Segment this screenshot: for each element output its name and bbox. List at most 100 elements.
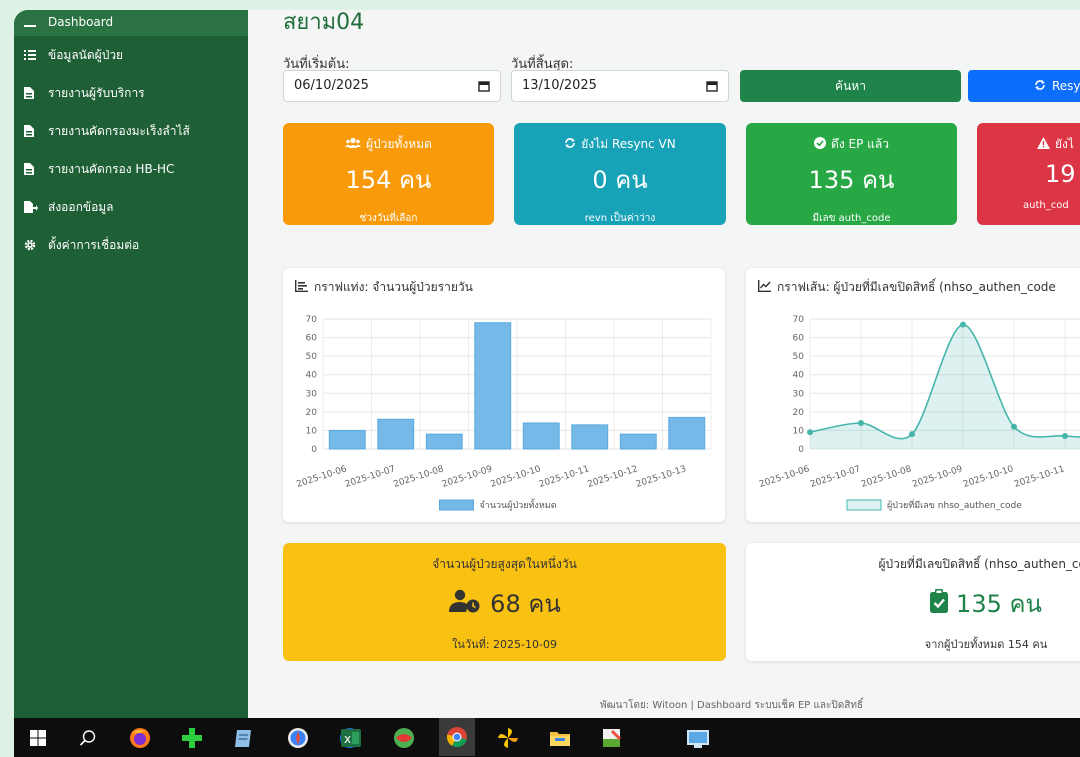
start-date-input[interactable]: 06/10/2025 bbox=[283, 70, 501, 102]
user-clock-icon bbox=[448, 589, 482, 619]
y-tick-label: 70 bbox=[306, 315, 318, 325]
dashboard-icon bbox=[24, 17, 48, 27]
stat-value: 0 คน bbox=[592, 166, 648, 194]
bar bbox=[522, 422, 560, 450]
line-chart: 0102030405060702025-10-062025-10-072025-… bbox=[758, 315, 1080, 511]
bar-chart-card: กราฟแท่ง: จำนวนผู้ป่วยรายวัน 0 10 20 30 40 50… bbox=[283, 268, 725, 522]
y-tick-label: 20 bbox=[306, 408, 318, 418]
y-tick-label: 60 bbox=[306, 334, 318, 344]
sync-icon bbox=[1034, 79, 1046, 94]
bar bbox=[328, 429, 366, 450]
line-chart-card: กราฟเส้น: ผู้ป่วยที่มีเลขปิดสิทธิ์ (nhso… bbox=[746, 268, 1080, 522]
sidebar-item-colon-screening[interactable]: รายงานคัดกรองมะเร็งลำไส้ bbox=[14, 112, 248, 150]
data-point bbox=[1062, 433, 1068, 439]
x-tick-label: 2025-10-09 bbox=[911, 464, 964, 490]
compass-icon[interactable] bbox=[286, 726, 310, 750]
file-explorer-icon[interactable] bbox=[548, 726, 572, 750]
footer-text: พัฒนาโดย: Witoon | Dashboard ระบบเช็ค EP… bbox=[600, 700, 864, 711]
sidebar-item-dashboard[interactable]: Dashboard bbox=[14, 10, 248, 36]
chrome-icon[interactable] bbox=[439, 718, 475, 756]
bar bbox=[474, 322, 512, 450]
plus-app-icon[interactable] bbox=[180, 726, 204, 750]
data-point bbox=[909, 431, 915, 438]
legend-label: จำนวนผู้ป่วยทั้งหมด bbox=[480, 498, 557, 511]
hosxp-app-icon[interactable] bbox=[392, 726, 416, 750]
windows-start-icon[interactable] bbox=[26, 726, 50, 750]
authen-card-title: ผู้ป่วยที่มีเลขปิดสิทธิ์ (nhso_authen_co… bbox=[878, 557, 1080, 571]
bar bbox=[425, 433, 463, 450]
data-point bbox=[1011, 423, 1017, 430]
y-tick-label: 60 bbox=[793, 334, 805, 344]
monitor-icon[interactable] bbox=[686, 726, 710, 750]
y-tick-label: 0 bbox=[798, 445, 804, 455]
file-icon bbox=[24, 163, 48, 175]
stat-not-resynced: ยังไม่ Resync VN 0 คน revn เป็นค่าว่าง bbox=[514, 123, 726, 225]
x-tick-label: 2025-10-11 bbox=[538, 464, 591, 490]
x-tick-label: 2025-10-09 bbox=[441, 464, 494, 490]
y-tick-label: 10 bbox=[306, 426, 318, 436]
y-tick-label: 70 bbox=[793, 315, 805, 325]
max-card-value: 68 คน bbox=[283, 584, 726, 623]
sidebar-item-hbhc-screening[interactable]: รายงานคัดกรอง HB-HC bbox=[14, 150, 248, 188]
calendar-icon[interactable] bbox=[478, 80, 490, 96]
page-title: สยาม04 bbox=[283, 10, 365, 35]
x-tick-label: 2025-10-10 bbox=[489, 464, 542, 490]
stat-subtitle: ช่วงวันที่เลือก bbox=[359, 213, 418, 224]
gear-icon bbox=[24, 239, 48, 251]
sidebar-item-service-report[interactable]: รายงานผู้รับบริการ bbox=[14, 74, 248, 112]
bar bbox=[619, 433, 657, 450]
firefox-icon[interactable] bbox=[128, 726, 152, 750]
stat-ep-fetched: ดึง EP แล้ว 135 คน มีเลข auth_code bbox=[746, 123, 957, 225]
x-tick-label: 2025-10-06 bbox=[295, 464, 348, 490]
notepad-icon[interactable] bbox=[232, 726, 256, 750]
stat-subtitle: มีเลข auth_code bbox=[812, 213, 891, 224]
x-tick-label: 2025-10-07 bbox=[809, 464, 862, 490]
bar bbox=[377, 418, 415, 450]
x-tick-label: 2025-10-13 bbox=[635, 464, 688, 490]
y-tick-label: 10 bbox=[793, 426, 805, 436]
search-button[interactable]: ค้นหา bbox=[740, 70, 961, 102]
data-point bbox=[960, 321, 966, 328]
check-circle-icon bbox=[814, 137, 827, 152]
users-icon bbox=[345, 137, 362, 152]
app-window: Dashboard ข้อมูลนัดผู้ป่วย รายงานผู้รับบ… bbox=[14, 10, 1080, 718]
y-tick-label: 40 bbox=[306, 371, 318, 381]
clipboard-check-icon bbox=[930, 588, 949, 619]
stat-value: 154 คน bbox=[345, 166, 432, 194]
data-point bbox=[858, 420, 864, 426]
export-icon bbox=[24, 201, 48, 213]
resync-button[interactable]: Resy bbox=[968, 70, 1080, 102]
max-card-title: จำนวนผู้ป่วยสูงสุดในหนึ่งวัน bbox=[432, 557, 577, 571]
stat-subtitle: revn เป็นค่าว่าง bbox=[584, 213, 656, 224]
authen-card-subtitle: จากผู้ป่วยทั้งหมด 154 คน bbox=[924, 638, 1048, 651]
sidebar-item-settings[interactable]: ตั้งค่าการเชื่อมต่อ bbox=[14, 226, 248, 264]
stat-total-patients: ผู้ป่วยทั้งหมด 154 คน ช่วงวันที่เลือก bbox=[283, 123, 494, 225]
x-tick-label: 2025-10-12 bbox=[586, 464, 639, 490]
file-icon bbox=[24, 125, 48, 137]
legend-label: ผู้ป่วยที่มีเลข nhso_authen_code bbox=[887, 498, 1022, 511]
excel-icon[interactable]: x bbox=[340, 726, 362, 750]
list-icon bbox=[24, 50, 48, 60]
editor-icon[interactable] bbox=[600, 726, 624, 750]
sidebar-item-export[interactable]: ส่งออกข้อมูล bbox=[14, 188, 248, 226]
svg-text:x: x bbox=[344, 732, 351, 746]
search-icon[interactable] bbox=[76, 726, 100, 750]
main-content: สยาม04 วันที่เริ่มต้น: 06/10/2025 วันที่… bbox=[248, 10, 1080, 718]
y-tick-label: 50 bbox=[306, 352, 318, 362]
stat-value: 135 คน bbox=[808, 166, 895, 194]
taskbar: x bbox=[14, 718, 1080, 757]
y-tick-label: 0 bbox=[311, 445, 317, 455]
x-tick-label: 2025-10-11 bbox=[1013, 464, 1066, 490]
stat-subtitle: auth_cod bbox=[1023, 200, 1069, 211]
end-date-input[interactable]: 13/10/2025 bbox=[511, 70, 729, 102]
x-tick-label: 2025-10-06 bbox=[758, 464, 811, 490]
legend-swatch bbox=[846, 499, 882, 511]
warning-icon bbox=[1037, 137, 1050, 152]
sidebar-item-appointments[interactable]: ข้อมูลนัดผู้ป่วย bbox=[14, 36, 248, 74]
sync-icon bbox=[564, 137, 576, 152]
max-card-date: ในวันที่: 2025-10-09 bbox=[452, 638, 557, 651]
pinwheel-icon[interactable] bbox=[496, 726, 520, 750]
x-tick-label: 2025-10-08 bbox=[392, 464, 445, 490]
calendar-icon[interactable] bbox=[706, 80, 718, 96]
authen-code-card: ผู้ป่วยที่มีเลขปิดสิทธิ์ (nhso_authen_co… bbox=[746, 543, 1080, 661]
